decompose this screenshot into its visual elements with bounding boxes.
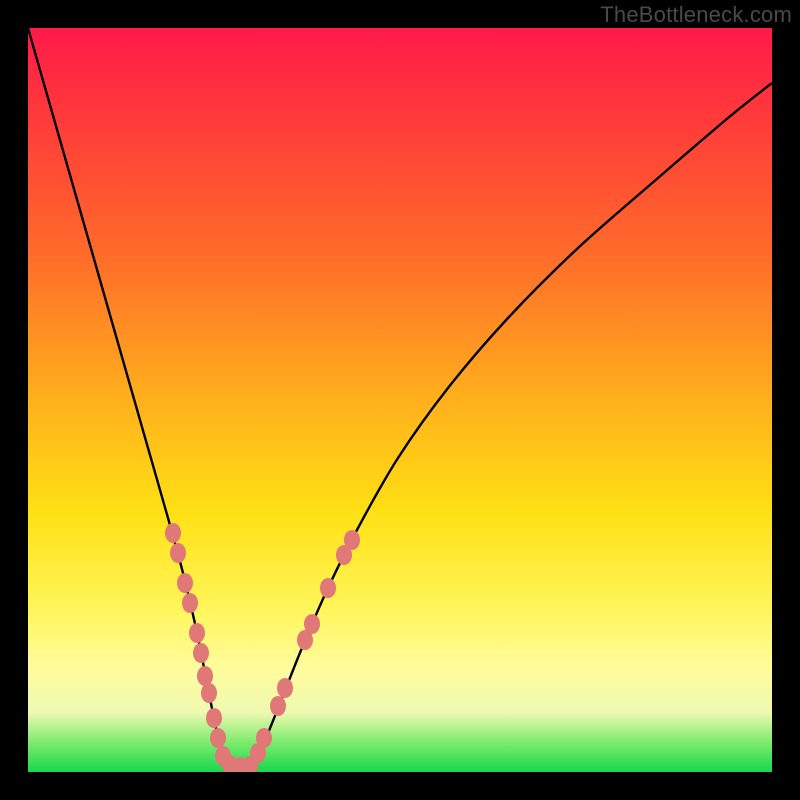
curve-bead xyxy=(189,623,205,643)
curve-bead xyxy=(304,614,320,634)
curve-bead xyxy=(320,578,336,598)
curve-bead xyxy=(193,643,209,663)
plot-area xyxy=(28,28,772,772)
curve-bead xyxy=(170,543,186,563)
chart-frame: TheBottleneck.com xyxy=(0,0,800,800)
curve-bead xyxy=(277,678,293,698)
curve-bead xyxy=(270,696,286,716)
curve-bead xyxy=(344,530,360,550)
curve-bead xyxy=(197,666,213,686)
curve-bead xyxy=(256,728,272,748)
curve-bead xyxy=(165,523,181,543)
curve-bead xyxy=(201,683,217,703)
watermark-text: TheBottleneck.com xyxy=(600,2,792,28)
bottleneck-curve xyxy=(28,28,772,769)
curve-bead xyxy=(182,593,198,613)
bottleneck-plot-svg xyxy=(28,28,772,772)
curve-bead xyxy=(210,728,226,748)
curve-bead xyxy=(177,573,193,593)
curve-bead xyxy=(206,708,222,728)
curve-beads xyxy=(165,523,360,772)
